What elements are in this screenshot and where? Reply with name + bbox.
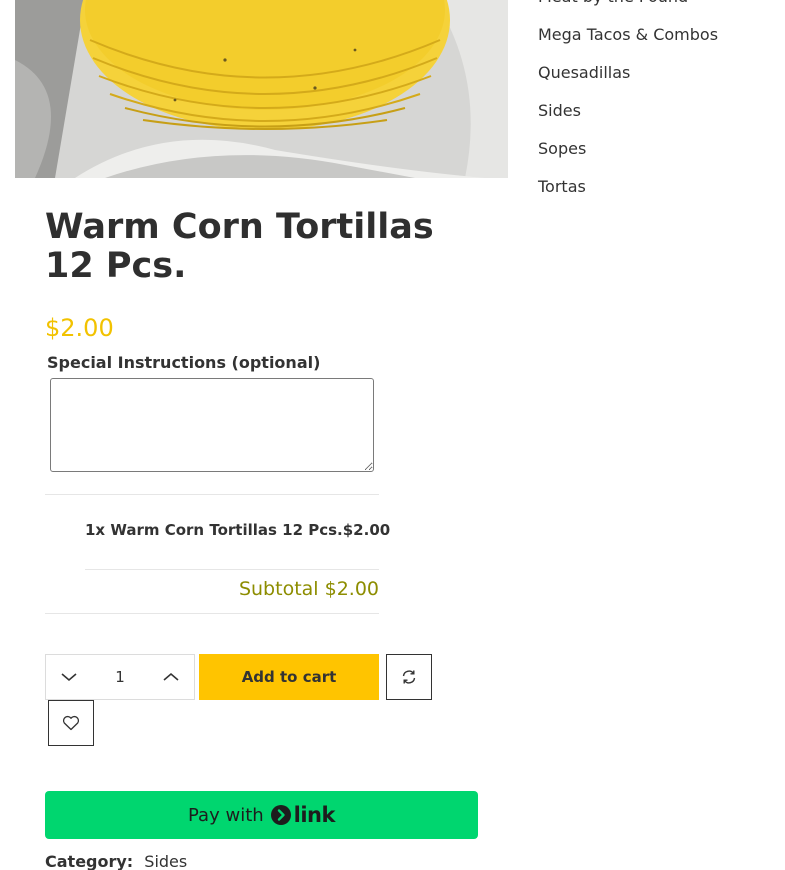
link-arrow-icon	[270, 805, 291, 825]
chevron-up-icon	[163, 672, 179, 681]
add-to-wishlist-button[interactable]	[48, 700, 94, 746]
divider	[85, 569, 379, 570]
product-category-meta: Category: Sides	[45, 852, 187, 870]
sidebar-item-meat-by-the-pound[interactable]: Meat by the Pound	[538, 0, 778, 16]
special-instructions-label: Special Instructions (optional)	[47, 353, 321, 372]
line-item-name: 1x Warm Corn Tortillas 12 Pcs.	[85, 521, 343, 539]
link-brand-text: link	[293, 803, 336, 827]
category-link[interactable]: Sides	[144, 852, 187, 870]
line-item-price: $2.00	[342, 521, 391, 539]
link-logo: link	[270, 803, 336, 827]
compare-button[interactable]	[386, 654, 432, 700]
divider	[45, 613, 379, 614]
category-sidebar: Meat by the Pound Mega Tacos & Combos Qu…	[538, 0, 778, 206]
special-instructions-input[interactable]	[50, 378, 374, 472]
sidebar-item-tortas[interactable]: Tortas	[538, 168, 778, 206]
cart-line-item: 1x Warm Corn Tortillas 12 Pcs. $2.00	[85, 521, 390, 539]
refresh-icon	[402, 670, 416, 684]
add-to-cart-button[interactable]: Add to cart	[199, 654, 379, 700]
pay-with-link-button[interactable]: Pay with link	[45, 791, 478, 839]
subtotal: Subtotal $2.00	[238, 578, 379, 600]
tortilla-stack-photo	[15, 0, 508, 178]
heart-icon	[62, 715, 80, 731]
product-title: Warm Corn Tortillas 12 Pcs.	[45, 207, 434, 286]
sidebar-item-quesadillas[interactable]: Quesadillas	[538, 54, 778, 92]
product-price: $2.00	[45, 314, 114, 342]
chevron-down-icon	[61, 673, 77, 682]
product-image	[15, 0, 508, 178]
quantity-decrease-button[interactable]	[46, 655, 92, 699]
pay-with-label: Pay with	[188, 804, 264, 826]
sidebar-item-mega-tacos-combos[interactable]: Mega Tacos & Combos	[538, 16, 778, 54]
quantity-value[interactable]: 1	[92, 668, 148, 686]
quantity-stepper: 1	[45, 654, 195, 700]
category-label: Category:	[45, 852, 134, 870]
quantity-increase-button[interactable]	[148, 655, 194, 699]
sidebar-item-sides[interactable]: Sides	[538, 92, 778, 130]
divider	[45, 494, 379, 495]
sidebar-item-sopes[interactable]: Sopes	[538, 130, 778, 168]
